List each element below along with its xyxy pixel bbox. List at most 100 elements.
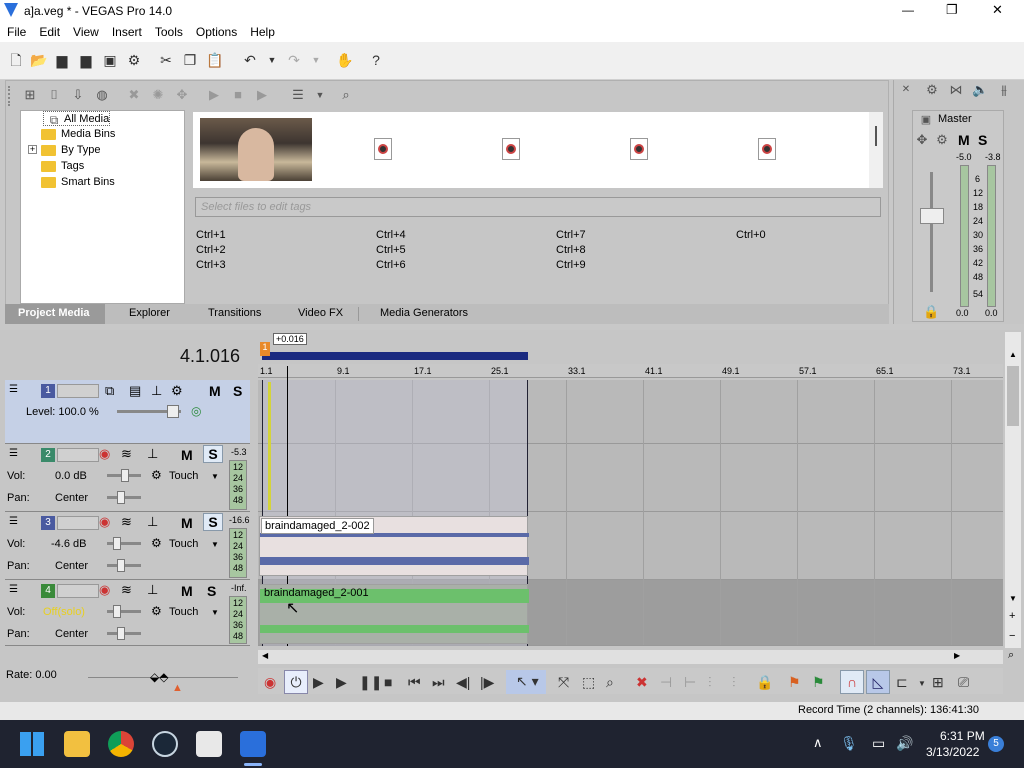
- remove-icon[interactable]: ✖: [126, 87, 142, 103]
- track-fx-icon[interactable]: ⊥: [147, 446, 158, 462]
- menu-options[interactable]: Options: [189, 22, 243, 39]
- clock-time[interactable]: 6:31 PM: [940, 729, 985, 743]
- go-to-end-icon[interactable]: ⏭: [432, 674, 445, 690]
- vol-slider-thumb[interactable]: [113, 605, 121, 618]
- menu-help[interactable]: Help: [243, 22, 281, 39]
- fullscreen-icon[interactable]: ⎚: [958, 674, 969, 690]
- zoom-in-icon[interactable]: +: [1009, 610, 1015, 622]
- pan-icon[interactable]: ✥: [914, 132, 930, 148]
- automation-dropdown-icon[interactable]: ▼: [211, 540, 219, 549]
- level-slider-thumb[interactable]: [167, 405, 179, 418]
- volume-icon[interactable]: 🔊: [896, 735, 913, 752]
- zoom-search-icon[interactable]: ⌕: [1008, 649, 1014, 662]
- shortcut-ctrl6[interactable]: Ctrl+6: [376, 259, 406, 271]
- delete-icon[interactable]: ✖: [636, 674, 648, 690]
- track-header-4[interactable]: ☰ 4 ◉ ≋ ⊥ M S -Inf. 12 24 36 48 Vol: Off…: [5, 580, 250, 646]
- selection-tool-icon[interactable]: ⬚: [582, 674, 595, 690]
- scroll-up-icon[interactable]: ▲: [1009, 350, 1017, 359]
- views-dropdown-icon[interactable]: ▼: [312, 87, 328, 103]
- mute-button[interactable]: M: [209, 383, 221, 399]
- video-event[interactable]: [268, 382, 271, 510]
- tree-item-all-media[interactable]: ⧉ All Media: [43, 111, 111, 127]
- menu-insert[interactable]: Insert: [105, 22, 148, 39]
- master-fader[interactable]: [920, 208, 944, 224]
- shortcut-ctrl5[interactable]: Ctrl+5: [376, 244, 406, 256]
- stop-icon[interactable]: ■: [384, 674, 392, 690]
- pan-slider-thumb[interactable]: [117, 491, 125, 504]
- thumbnail-scrollbar[interactable]: [869, 112, 883, 188]
- copy-icon[interactable]: ❐: [182, 52, 198, 68]
- tree-item-smart-bins[interactable]: Smart Bins: [41, 175, 115, 190]
- auto-preview-icon[interactable]: ▶: [254, 87, 270, 103]
- scrollbar-thumb[interactable]: [875, 126, 877, 146]
- arm-record-icon[interactable]: ◉: [99, 446, 110, 462]
- marker-1[interactable]: 1: [260, 342, 270, 356]
- audio-file-icon[interactable]: [758, 138, 776, 160]
- capture-icon[interactable]: ⌷: [46, 87, 62, 103]
- minimize-button[interactable]: —: [902, 3, 914, 17]
- trim-start-icon[interactable]: ⊣: [660, 674, 672, 690]
- file-explorer-icon[interactable]: [64, 731, 90, 757]
- scroll-right-icon[interactable]: ▶: [954, 651, 960, 660]
- loop-playback-icon[interactable]: ⏻: [284, 670, 308, 694]
- menu-file[interactable]: File: [0, 22, 32, 39]
- track-header-3[interactable]: ☰ 3 ◉ ≋ ⊥ M S -16.6 12 24 36 48 Vol: -4.…: [5, 512, 250, 580]
- tab-video-fx[interactable]: Video FX: [298, 307, 343, 319]
- shortcut-ctrl7[interactable]: Ctrl+7: [556, 229, 586, 241]
- automation-dropdown-icon[interactable]: ▼: [211, 608, 219, 617]
- pan-slider-thumb[interactable]: [117, 627, 125, 640]
- menu-tools[interactable]: Tools: [148, 22, 189, 39]
- track-fx-icon[interactable]: ⊥: [147, 514, 158, 530]
- rate-slider-thumb[interactable]: ⬙⬘: [150, 670, 168, 684]
- zoom-tool-icon[interactable]: ⌕: [606, 674, 614, 690]
- render-icon[interactable]: ▣: [102, 52, 118, 68]
- arm-record-icon[interactable]: ◉: [99, 514, 110, 530]
- invert-phase-icon[interactable]: ≋: [121, 514, 132, 530]
- scroll-left-icon[interactable]: ◀: [262, 651, 268, 660]
- document-app-icon[interactable]: [196, 731, 222, 757]
- collapse-icon[interactable]: ☰: [9, 448, 18, 459]
- vegas-taskbar-icon[interactable]: [240, 731, 266, 757]
- microphone-icon[interactable]: 🎙: [840, 735, 858, 752]
- ripple-dropdown-icon[interactable]: ▼: [918, 676, 926, 692]
- collapse-icon[interactable]: ☰: [9, 516, 18, 527]
- paste-icon[interactable]: 📋: [206, 52, 223, 68]
- ripple-edit-icon[interactable]: ⊏: [896, 674, 908, 690]
- properties-icon[interactable]: ⚙: [126, 52, 142, 68]
- master-mute-button[interactable]: M: [958, 132, 970, 148]
- automation-mode[interactable]: Touch: [169, 538, 198, 550]
- menu-edit[interactable]: Edit: [32, 22, 66, 39]
- stop-preview-icon[interactable]: ■: [230, 87, 246, 103]
- solo-button[interactable]: S: [233, 383, 242, 399]
- solo-button[interactable]: S: [203, 445, 223, 463]
- tree-item-by-type[interactable]: By Type: [41, 143, 101, 158]
- tab-explorer[interactable]: Explorer: [129, 307, 170, 319]
- next-frame-icon[interactable]: |▶: [480, 674, 494, 690]
- windows-start-icon[interactable]: [20, 732, 44, 756]
- tray-chevron-icon[interactable]: ∧: [813, 735, 823, 751]
- close-button[interactable]: ✕: [992, 2, 1003, 18]
- trim-icon[interactable]: ✋: [336, 52, 353, 68]
- tab-media-generators[interactable]: Media Generators: [380, 307, 468, 319]
- steam-icon[interactable]: [152, 731, 178, 757]
- save-icon[interactable]: ▆: [54, 52, 70, 68]
- auto-crossfade-icon[interactable]: ◺: [866, 670, 890, 694]
- views-icon[interactable]: ☰: [290, 87, 306, 103]
- clip-label-track4[interactable]: braindamaged_2-001: [261, 586, 372, 600]
- compositing-icon[interactable]: ▤: [129, 383, 141, 399]
- automation-mode[interactable]: Touch: [169, 470, 198, 482]
- scrollbar-thumb[interactable]: [1007, 366, 1019, 426]
- timeline-horizontal-scrollbar[interactable]: [258, 650, 1003, 664]
- vol-slider-thumb[interactable]: [121, 469, 129, 482]
- shortcut-ctrl4[interactable]: Ctrl+4: [376, 229, 406, 241]
- composite-mode-icon[interactable]: ◎: [191, 404, 201, 418]
- mute-button[interactable]: M: [181, 447, 193, 463]
- tree-item-tags[interactable]: Tags: [41, 159, 84, 174]
- automation-icon[interactable]: ⚙: [151, 468, 162, 482]
- shortcut-ctrl3[interactable]: Ctrl+3: [196, 259, 226, 271]
- close-panel-icon[interactable]: ✕: [898, 82, 914, 98]
- track-header-2[interactable]: ☰ 2 ◉ ≋ ⊥ M S -5.3 12 24 36 48 Vol: 0.0 …: [5, 444, 250, 512]
- audio-file-icon[interactable]: [502, 138, 520, 160]
- track-fx-icon[interactable]: ⚙: [171, 383, 183, 399]
- record-icon[interactable]: ◉: [264, 674, 276, 690]
